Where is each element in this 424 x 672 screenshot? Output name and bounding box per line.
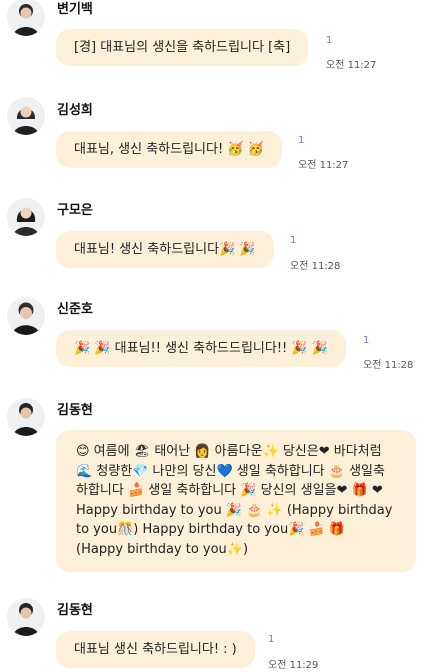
message-time: 오전 11:27: [326, 60, 377, 71]
sender-name: 김성희: [57, 103, 93, 118]
person-avatar-icon: [13, 207, 39, 236]
person-avatar-icon: [13, 603, 39, 636]
person-avatar-icon: [13, 403, 39, 436]
message-time: 오전 11:28: [363, 360, 414, 371]
unread-count: 1: [363, 335, 370, 346]
sender-name: 변기백: [57, 2, 93, 17]
sender-name: 김동현: [57, 603, 93, 618]
person-avatar-icon: [13, 106, 39, 135]
person-avatar-icon: [13, 4, 39, 36]
message-bubble[interactable]: 대표님, 생신 축하드립니다! 🥳 🥳: [56, 131, 282, 168]
avatar[interactable]: [7, 0, 45, 36]
sender-name: 신준호: [57, 302, 93, 317]
person-avatar-icon: [12, 302, 40, 335]
unread-count: 1: [326, 35, 333, 46]
sender-name: 김동현: [57, 403, 93, 418]
avatar[interactable]: [7, 398, 45, 436]
message-bubble[interactable]: 대표님! 생신 축하드립니다🎉 🎉: [56, 231, 274, 268]
message-bubble[interactable]: 🎉 🎉 대표님!! 생신 축하드드립니다!! 🎉 🎉: [56, 330, 346, 367]
unread-count: 1: [298, 135, 305, 146]
avatar[interactable]: [7, 198, 45, 236]
message-time: 오전 11:28: [290, 261, 341, 272]
avatar[interactable]: [7, 297, 45, 335]
message-bubble[interactable]: 대표님 생신 축하드립니다! : ): [56, 631, 255, 668]
message-time: 오전 11:29: [268, 660, 319, 671]
avatar[interactable]: [7, 97, 45, 135]
message-bubble[interactable]: 😊 여름에 🏖 태어난 👩 아름다운✨ 당신은❤ 바다처럼🌊 청량한💎 나만의 …: [56, 430, 416, 572]
message-bubble[interactable]: [경] 대표님의 생신을 축하드립니다 [축]: [56, 29, 309, 66]
unread-count: 1: [290, 235, 297, 246]
avatar[interactable]: [7, 598, 45, 636]
message-time: 오전 11:27: [298, 160, 349, 171]
unread-count: 1: [268, 634, 275, 645]
sender-name: 구모은: [57, 203, 93, 218]
